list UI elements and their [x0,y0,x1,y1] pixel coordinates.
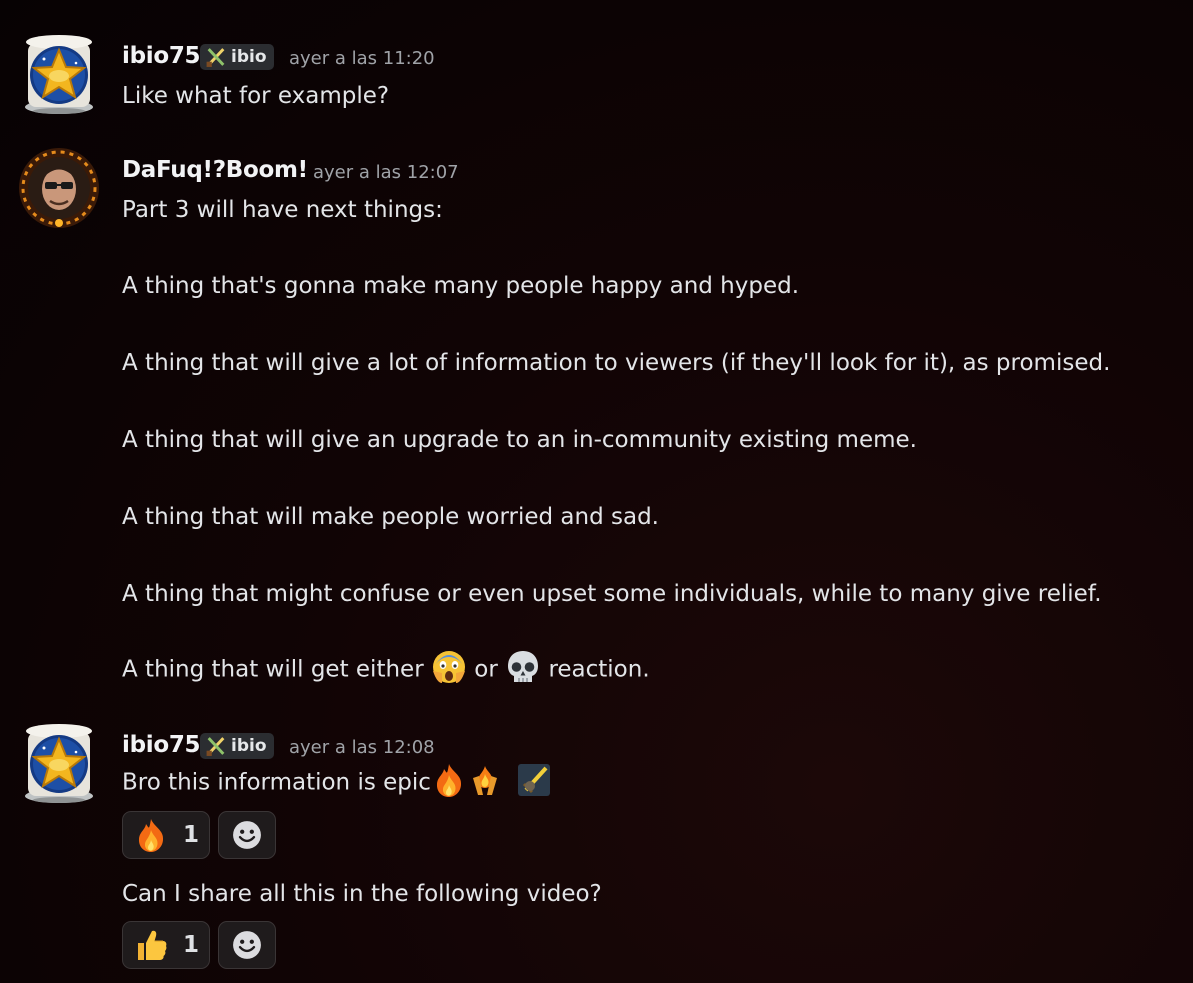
username[interactable]: DaFuq!?Boom! [122,157,308,183]
timestamp[interactable]: ayer a las 12:07 [313,162,459,183]
message-text: Bro this information is epic [122,769,431,796]
avatar[interactable] [18,722,100,804]
message-text-with-emoji: A thing that will get either or reaction… [122,649,650,688]
crossed-swords-icon [205,47,225,68]
add-reaction-button[interactable] [218,811,276,859]
crossed-swords-icon [205,736,225,757]
avatar[interactable] [18,147,100,229]
reaction-thumbs-up[interactable]: 1 [122,921,210,969]
thumbs-up-emoji [138,930,167,960]
message-text: A thing that's gonna make many people ha… [122,273,800,299]
guild-tag-label: ibio [231,736,267,756]
guild-tag-badge[interactable]: ibio [200,733,274,759]
message-text: Can I share all this in the following vi… [122,881,602,907]
add-reaction-button[interactable] [218,921,276,969]
scream-emoji[interactable] [431,649,467,685]
message-text: A thing that will get either [122,656,424,683]
skull-emoji[interactable] [505,649,541,685]
reaction-count: 1 [183,932,200,958]
timestamp[interactable]: ayer a las 12:08 [289,737,435,758]
message-text: A thing that will give an upgrade to an … [122,427,917,453]
message-text: or [474,656,498,683]
smiley-add-reaction-icon [232,930,262,960]
message-text: reaction. [548,656,650,683]
message-text: Part 3 will have next things: [122,197,443,223]
message-text-with-emoji: Bro this information is epic [122,762,552,801]
guild-tag-badge[interactable]: ibio [200,44,274,70]
fire-emoji [138,819,164,852]
smiley-add-reaction-icon [232,820,262,850]
guild-tag-label: ibio [231,47,267,67]
reaction-fire[interactable]: 1 [122,811,210,859]
reaction-count: 1 [183,822,200,848]
username[interactable]: ibio75 [122,43,201,69]
message-text: A thing that might confuse or even upset… [122,581,1102,607]
fire-hands-emoji[interactable] [467,762,503,798]
username[interactable]: ibio75 [122,732,201,758]
sword-sticker-emoji[interactable] [516,762,552,798]
message-text: Like what for example? [122,83,390,109]
avatar[interactable] [18,33,100,115]
message-text: A thing that will make people worried an… [122,504,659,530]
fire-emoji[interactable] [431,762,467,798]
message-text: A thing that will give a lot of informat… [122,350,1111,376]
timestamp[interactable]: ayer a las 11:20 [289,48,435,69]
